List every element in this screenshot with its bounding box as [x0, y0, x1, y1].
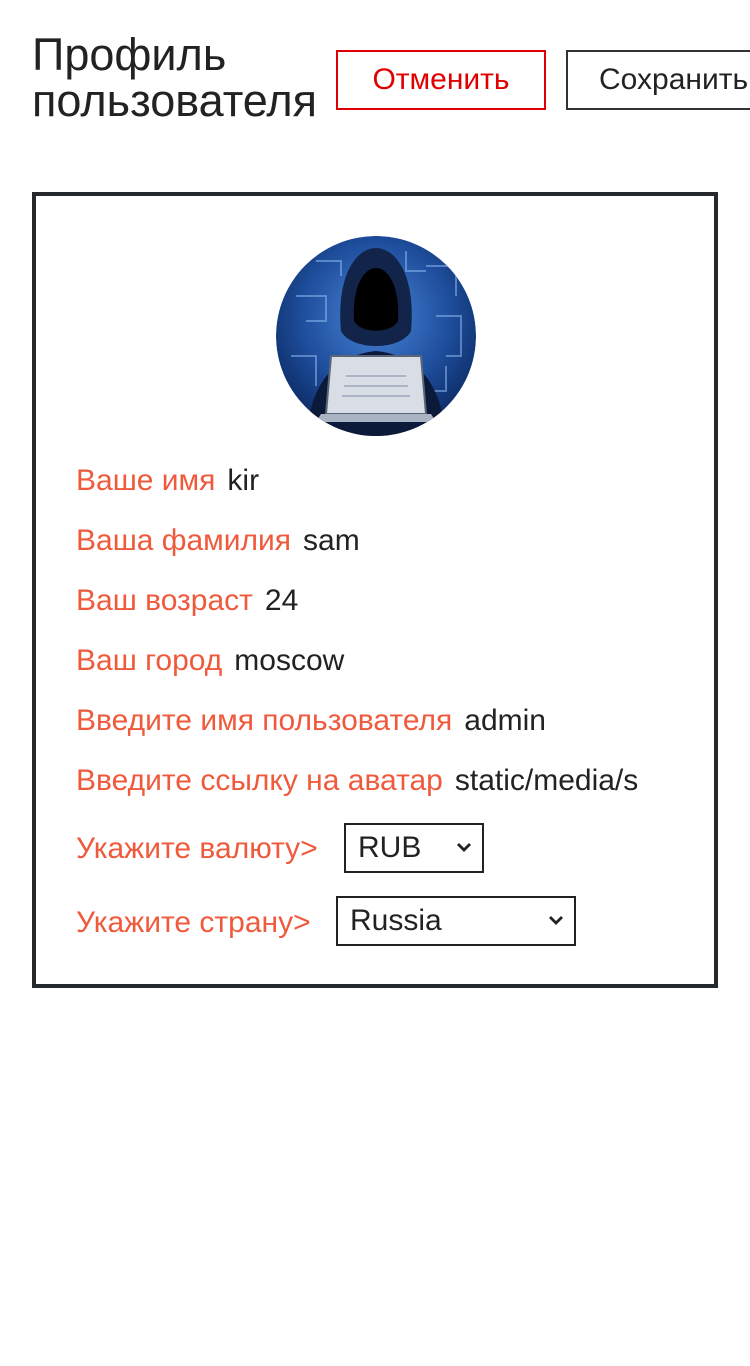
age-value[interactable]: 24: [265, 584, 298, 617]
avatar-link-value[interactable]: static/media/s: [455, 764, 638, 797]
chevron-down-icon: [549, 916, 563, 925]
city-row: Ваш город moscow: [76, 641, 344, 681]
last-name-row: Ваша фамилия sam: [76, 521, 360, 561]
hooded-hacker-avatar-icon: [276, 236, 476, 436]
country-label: Укажите страну>: [76, 906, 311, 939]
country-row: Укажите страну>: [76, 903, 311, 943]
username-label: Введите имя пользователя: [76, 704, 453, 737]
last-name-label: Ваша фамилия: [76, 524, 292, 557]
age-row: Ваш возраст 24: [76, 581, 298, 621]
username-value[interactable]: admin: [464, 704, 546, 737]
profile-page: Профиль пользователя Отменить Сохранить: [0, 0, 750, 1366]
first-name-value[interactable]: kir: [227, 464, 259, 497]
age-label: Ваш возраст: [76, 584, 253, 617]
country-select-value: Russia: [350, 904, 442, 937]
profile-card: Ваше имя kir Ваша фамилия sam Ваш возраст 2…: [32, 192, 718, 988]
currency-select-value: RUB: [358, 831, 422, 864]
currency-select[interactable]: RUB: [344, 823, 484, 873]
country-select[interactable]: Russia: [336, 896, 576, 946]
chevron-down-icon: [457, 843, 471, 852]
first-name-label: Ваше имя: [76, 464, 216, 497]
page-title: Профиль пользователя: [32, 32, 332, 124]
save-button[interactable]: Сохранить: [566, 50, 750, 110]
page-title-line2: пользователя: [32, 75, 317, 126]
avatar-link-row: Введите ссылку на аватар static/media/s: [76, 761, 674, 801]
currency-row: Укажите валюту>: [76, 829, 318, 869]
city-value[interactable]: moscow: [234, 644, 344, 677]
avatar-link-label: Введите ссылку на аватар: [76, 764, 443, 797]
page-title-line1: Профиль: [32, 29, 227, 80]
currency-label: Укажите валюту>: [76, 832, 318, 865]
avatar: [276, 236, 476, 436]
cancel-button[interactable]: Отменить: [336, 50, 546, 110]
city-label: Ваш город: [76, 644, 223, 677]
last-name-value[interactable]: sam: [303, 524, 360, 557]
first-name-row: Ваше имя kir: [76, 461, 259, 501]
username-row: Введите имя пользователя admin: [76, 701, 546, 741]
